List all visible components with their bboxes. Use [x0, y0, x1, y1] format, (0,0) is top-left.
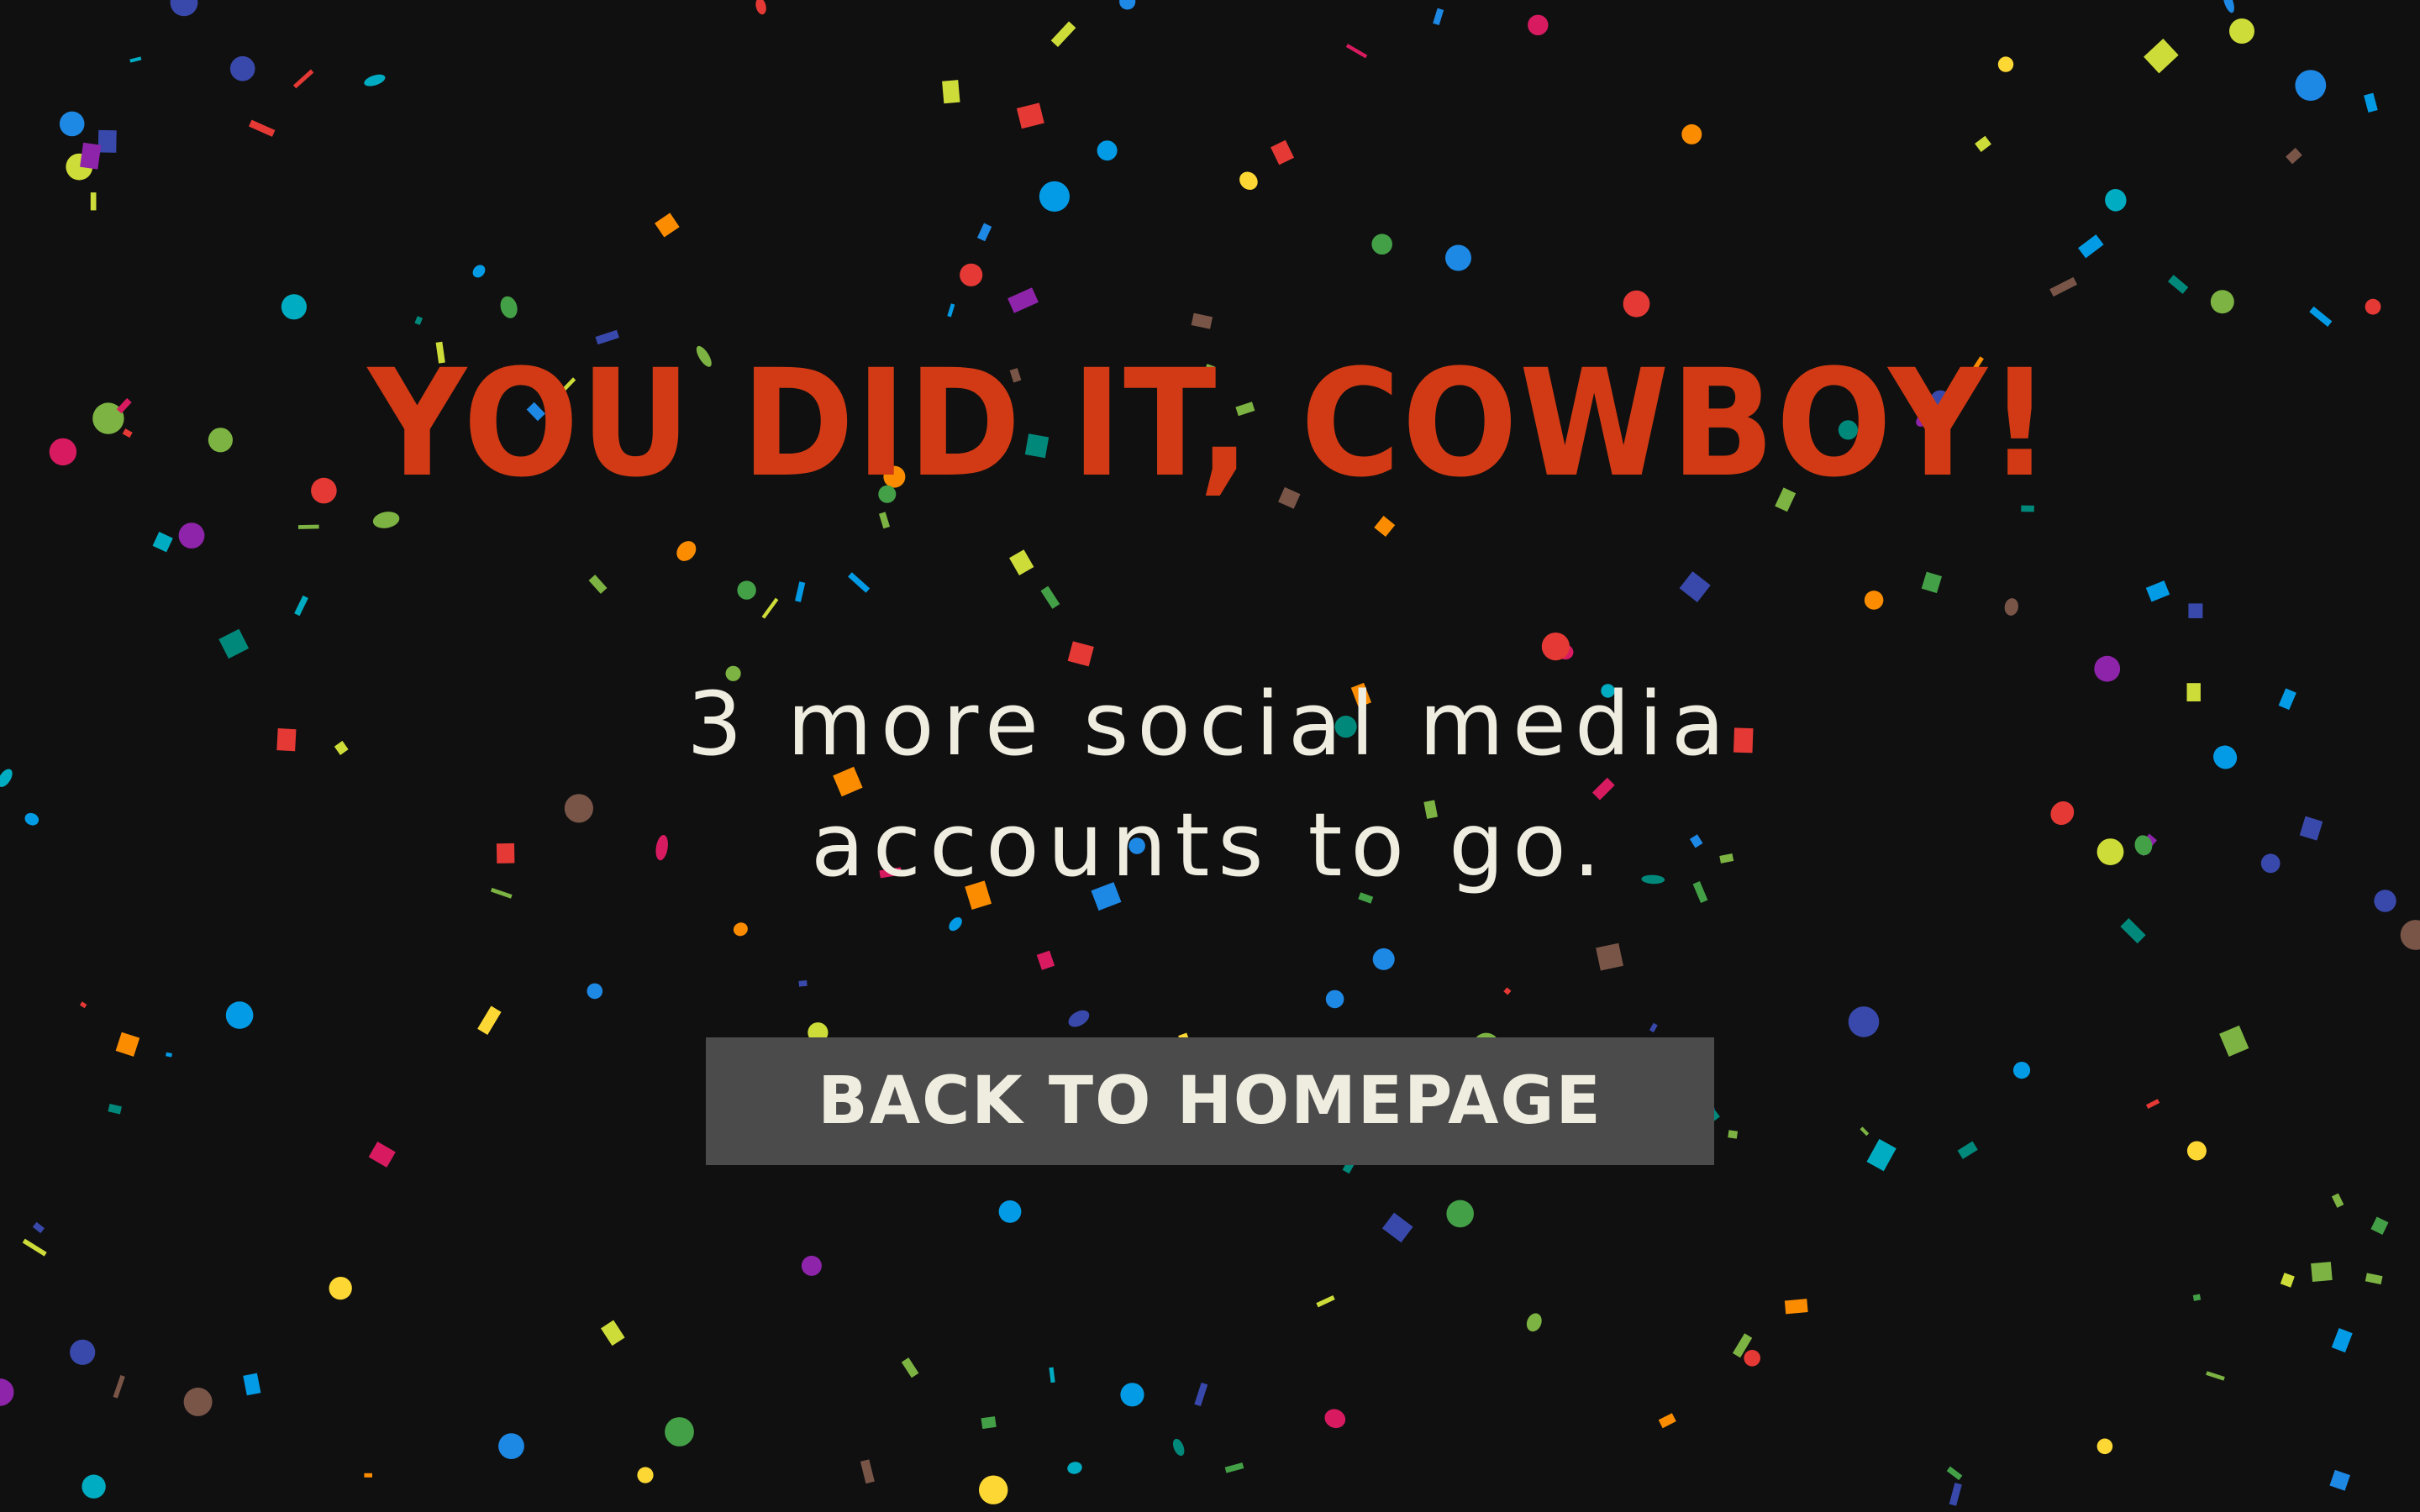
- success-headline: YOU DID IT, COWBOY!: [367, 338, 2053, 510]
- remaining-accounts-message: 3 more social media accounts to go.: [588, 664, 1832, 906]
- back-to-homepage-label: BACK TO HOMEPAGE: [818, 1063, 1602, 1139]
- message-line-2: accounts to go.: [811, 794, 1609, 896]
- celebration-page: YOU DID IT, COWBOY! 3 more social media …: [0, 0, 2420, 1512]
- celebration-content: YOU DID IT, COWBOY! 3 more social media …: [0, 0, 2420, 1512]
- back-to-homepage-button[interactable]: BACK TO HOMEPAGE: [706, 1037, 1714, 1165]
- message-line-1: 3 more social media: [687, 673, 1733, 775]
